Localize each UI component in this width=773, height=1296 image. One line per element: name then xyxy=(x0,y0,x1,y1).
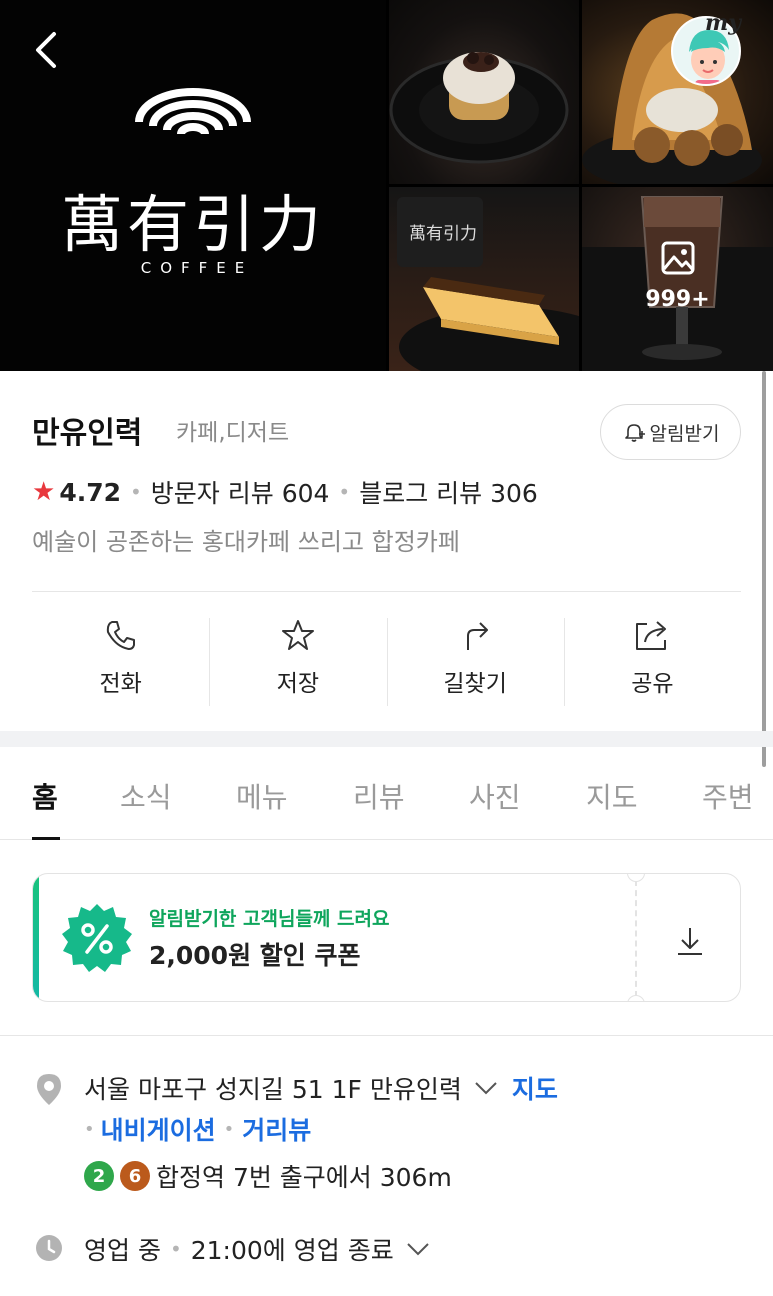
image-icon xyxy=(661,241,695,275)
tab-menu[interactable]: 메뉴 xyxy=(236,776,288,816)
separator-dot: • xyxy=(130,480,142,504)
download-icon[interactable] xyxy=(673,924,707,958)
tab-reviews[interactable]: 리뷰 xyxy=(353,776,405,816)
dessert-plate-illustration xyxy=(389,52,569,164)
rating-value: 4.72 xyxy=(59,477,121,507)
gallery-photo-dessert-cake[interactable] xyxy=(389,0,579,184)
coupon-perforation xyxy=(635,880,637,997)
hours-text: 21:00에 영업 종료 xyxy=(190,1236,394,1265)
pastry-illustration xyxy=(582,13,762,184)
blog-reviews-link[interactable]: 블로그 리뷰 306 xyxy=(359,474,538,510)
coupon-title: 2,000원 할인 쿠폰 xyxy=(149,941,361,970)
coupon-notch xyxy=(627,995,645,1001)
logo-text: 萬有引力 xyxy=(60,188,325,261)
tab-photos[interactable]: 사진 xyxy=(469,776,521,816)
separator-dot: • xyxy=(169,1237,182,1261)
subway-text: 합정역 7번 출구에서 306m xyxy=(156,1163,452,1192)
address-text: 서울 마포구 성지길 51 1F 만유인력 xyxy=(84,1075,462,1104)
discount-badge-icon xyxy=(62,904,132,972)
chevron-down-icon[interactable] xyxy=(474,1080,498,1096)
street-view-link[interactable]: 거리뷰 xyxy=(242,1111,311,1147)
logo-signal-icon xyxy=(135,88,251,135)
star-outline-icon xyxy=(281,620,314,650)
call-label: 전화 xyxy=(99,671,142,697)
back-arrow-icon[interactable] xyxy=(28,28,68,72)
divider xyxy=(32,591,741,592)
photo-gallery[interactable]: 萬有引力 COFFEE 萬有引力 999+ my xyxy=(0,0,773,371)
place-category: 카페,디저트 xyxy=(176,420,290,446)
coupon-card[interactable]: 알림받기한 고객님들께 드려요 2,000원 할인 쿠폰 xyxy=(32,873,741,1002)
clock-icon xyxy=(36,1235,62,1261)
subway-row: 2 6 합정역 7번 출구에서 306m xyxy=(84,1158,452,1194)
directions-label: 길찾기 xyxy=(443,671,507,697)
nav-links-row: • 내비게이션 • 거리뷰 xyxy=(84,1111,311,1147)
coupon-subtitle: 알림받기한 고객님들께 드려요 xyxy=(149,908,390,930)
active-tab-indicator xyxy=(32,837,60,840)
navigation-link[interactable]: 내비게이션 xyxy=(101,1111,216,1147)
share-button[interactable]: 공유 xyxy=(563,610,741,710)
logo-subtext: COFFEE xyxy=(140,259,254,277)
rating-row: ★ 4.72 • 방문자 리뷰 604 • 블로그 리뷰 306 xyxy=(32,474,538,510)
cheesecake-illustration: 萬有引力 xyxy=(397,197,579,371)
directions-icon xyxy=(467,622,489,650)
svg-text:萬有引力: 萬有引力 xyxy=(409,224,477,244)
call-button[interactable]: 전화 xyxy=(32,610,209,710)
location-pin-icon xyxy=(37,1074,61,1105)
drink-illustration xyxy=(582,196,773,371)
gallery-photo-chocolate-drink[interactable] xyxy=(582,187,773,371)
tab-bar: 홈 소식 메뉴 리뷰 사진 지도 주변 xyxy=(0,747,773,840)
my-label[interactable]: my xyxy=(705,10,741,36)
place-name: 만유인력 xyxy=(32,416,143,451)
alarm-button[interactable]: 알림받기 xyxy=(600,404,741,460)
photo-count-label[interactable]: 999+ xyxy=(582,287,773,312)
gallery-photo-kadayif-dessert[interactable] xyxy=(582,0,773,184)
divider xyxy=(0,1035,773,1036)
action-bar: 전화 저장 길찾기 공유 xyxy=(32,610,741,710)
bell-plus-icon xyxy=(624,424,645,442)
map-link[interactable]: 지도 xyxy=(512,1070,558,1106)
star-filled-icon: ★ xyxy=(32,477,56,507)
open-status: 영업 중 xyxy=(84,1236,161,1265)
alarm-button-label: 알림받기 xyxy=(649,422,720,445)
address-row: 서울 마포구 성지길 51 1F 만유인력 지도 xyxy=(84,1070,558,1106)
share-label: 공유 xyxy=(631,671,674,697)
subway-line-6-badge: 6 xyxy=(120,1161,150,1191)
gallery-main-photo[interactable]: 萬有引力 COFFEE xyxy=(0,0,386,371)
chevron-down-icon[interactable] xyxy=(406,1241,430,1257)
tab-news[interactable]: 소식 xyxy=(120,776,172,816)
gallery-photo-cheesecake[interactable]: 萬有引力 xyxy=(389,187,579,371)
share-icon xyxy=(636,621,667,650)
coupon-notch xyxy=(627,874,645,882)
separator-dot: • xyxy=(223,1118,235,1140)
section-separator xyxy=(0,731,773,747)
place-tagline: 예술이 공존하는 홍대카페 쓰리고 합정카페 xyxy=(32,528,460,556)
tab-home[interactable]: 홈 xyxy=(32,776,58,816)
hours-row[interactable]: 영업 중 • 21:00에 영업 종료 xyxy=(84,1231,430,1267)
separator-dot: • xyxy=(338,480,351,504)
separator-dot: • xyxy=(84,1118,95,1140)
save-button[interactable]: 저장 xyxy=(209,610,386,710)
coupon-accent-bar xyxy=(33,874,39,1001)
save-label: 저장 xyxy=(276,671,320,697)
scrollbar[interactable] xyxy=(762,371,766,767)
directions-button[interactable]: 길찾기 xyxy=(386,610,564,710)
phone-icon xyxy=(106,621,135,650)
tab-nearby[interactable]: 주변 xyxy=(702,776,754,816)
subway-line-2-badge: 2 xyxy=(84,1161,114,1191)
tab-map[interactable]: 지도 xyxy=(586,776,638,816)
visitor-reviews-link[interactable]: 방문자 리뷰 604 xyxy=(151,474,330,510)
